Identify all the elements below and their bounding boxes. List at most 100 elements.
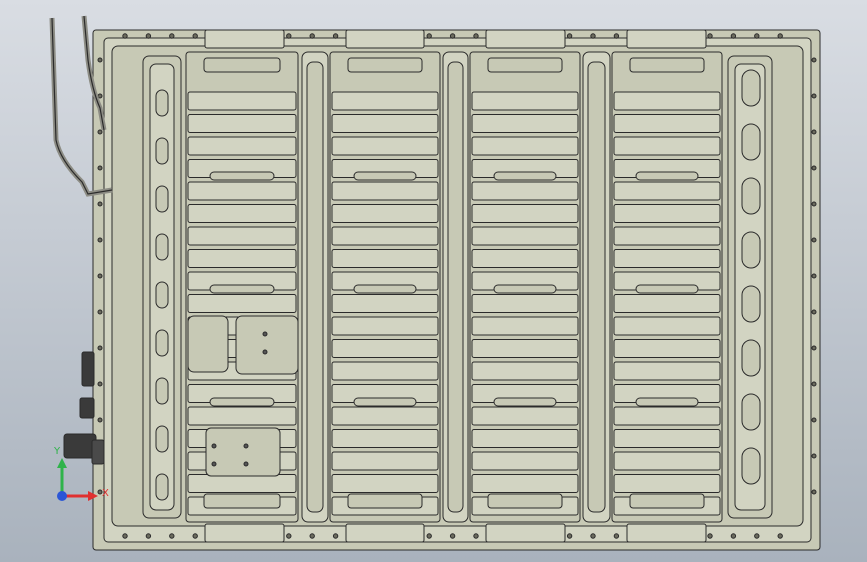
flange-bolt-hole xyxy=(122,533,128,539)
floor-stiffener-rib xyxy=(613,294,721,313)
floor-stiffener-rib xyxy=(187,114,297,133)
floor-stiffener-rib xyxy=(471,294,579,313)
mounting-slot xyxy=(209,397,275,407)
floor-stiffener-rib xyxy=(331,429,439,448)
mounting-slot xyxy=(209,284,275,294)
electrical-connector xyxy=(79,397,95,419)
right-rail-slot xyxy=(741,447,761,485)
top-mounting-tab xyxy=(345,29,425,49)
flange-bolt-hole xyxy=(192,533,198,539)
top-mounting-tab xyxy=(485,29,566,49)
x-axis-label: X xyxy=(102,488,109,499)
flange-bolt-hole xyxy=(97,165,103,171)
mounting-slot xyxy=(353,171,417,181)
floor-stiffener-rib xyxy=(471,339,579,358)
flange-bolt-hole xyxy=(426,533,432,539)
top-mounting-tab xyxy=(626,29,707,49)
z-axis-dot xyxy=(57,491,67,501)
floor-stiffener-rib xyxy=(613,474,721,493)
right-rail-slot xyxy=(741,69,761,107)
boss-hole xyxy=(211,461,217,467)
service-panel xyxy=(205,427,281,477)
flange-bolt-hole xyxy=(286,33,292,39)
flange-bolt-hole xyxy=(811,93,817,99)
floor-stiffener-rib xyxy=(187,136,297,156)
floor-stiffener-rib xyxy=(187,226,297,246)
floor-stiffener-rib xyxy=(331,451,439,471)
floor-stiffener-rib xyxy=(331,204,439,223)
flange-bolt-hole xyxy=(97,129,103,135)
floor-stiffener-rib xyxy=(613,114,721,133)
flange-bolt-hole xyxy=(97,237,103,243)
flange-bolt-hole xyxy=(97,381,103,387)
mounting-slot xyxy=(353,284,417,294)
flange-bolt-hole xyxy=(122,33,128,39)
boss-hole xyxy=(262,349,268,355)
bay-top-bracket xyxy=(487,57,563,73)
boss-hole xyxy=(211,443,217,449)
flange-bolt-hole xyxy=(449,533,456,539)
floor-stiffener-rib xyxy=(471,361,579,381)
floor-stiffener-rib xyxy=(471,451,579,471)
left-rail-slot xyxy=(155,185,169,213)
flange-bolt-hole xyxy=(811,57,817,63)
right-rail-slot xyxy=(741,339,761,377)
floor-stiffener-rib xyxy=(187,406,297,426)
flange-bolt-hole xyxy=(707,533,713,539)
flange-bolt-hole xyxy=(730,533,737,539)
floor-stiffener-rib xyxy=(471,91,579,111)
mounting-slot xyxy=(493,171,557,181)
flange-bolt-hole xyxy=(332,533,339,539)
floor-stiffener-rib xyxy=(613,226,721,246)
mounting-slot xyxy=(635,397,699,407)
flange-bolt-hole xyxy=(145,33,152,39)
floor-stiffener-rib xyxy=(331,91,439,111)
floor-stiffener-rib xyxy=(331,294,439,313)
floor-stiffener-rib xyxy=(613,429,721,448)
floor-stiffener-rib xyxy=(613,204,721,223)
bay-bottom-bracket xyxy=(629,493,705,509)
cad-viewport[interactable]: X Y xyxy=(0,0,867,562)
floor-stiffener-rib xyxy=(331,136,439,156)
bottom-mounting-tab xyxy=(345,523,425,543)
mounting-slot xyxy=(493,397,557,407)
flange-bolt-hole xyxy=(97,57,103,63)
battery-tray-model[interactable] xyxy=(0,0,867,562)
floor-stiffener-rib xyxy=(613,249,721,268)
flange-bolt-hole xyxy=(192,33,198,39)
floor-stiffener-rib xyxy=(187,91,297,111)
flange-bolt-hole xyxy=(777,33,783,39)
floor-stiffener-rib xyxy=(613,361,721,381)
floor-stiffener-rib xyxy=(331,406,439,426)
mounting-slot xyxy=(635,284,699,294)
coordinate-triad: X Y xyxy=(48,446,118,512)
boss-hole xyxy=(262,331,268,337)
right-rail-slot xyxy=(741,231,761,269)
bay-top-bracket xyxy=(347,57,423,73)
right-rail-slot xyxy=(741,393,761,431)
left-rail-slot xyxy=(155,89,169,117)
bay-top-bracket xyxy=(203,57,281,73)
floor-stiffener-rib xyxy=(471,136,579,156)
flange-bolt-hole xyxy=(811,237,817,243)
flange-bolt-hole xyxy=(590,33,596,39)
flange-bolt-hole xyxy=(449,33,456,39)
y-axis-head xyxy=(57,458,67,468)
floor-stiffener-rib xyxy=(471,406,579,426)
flange-bolt-hole xyxy=(730,33,737,39)
flange-bolt-hole xyxy=(754,533,760,539)
bottom-mounting-tab xyxy=(485,523,566,543)
flange-bolt-hole xyxy=(169,533,175,539)
top-mounting-tab xyxy=(204,29,285,49)
flange-bolt-hole xyxy=(613,533,620,539)
floor-stiffener-rib xyxy=(187,474,297,493)
floor-stiffener-rib xyxy=(187,249,297,268)
floor-stiffener-rib xyxy=(613,339,721,358)
floor-stiffener-rib xyxy=(331,474,439,493)
flange-bolt-hole xyxy=(811,345,817,351)
floor-stiffener-rib xyxy=(471,226,579,246)
floor-stiffener-rib xyxy=(471,474,579,493)
flange-bolt-hole xyxy=(811,381,817,387)
floor-stiffener-rib xyxy=(331,226,439,246)
flange-bolt-hole xyxy=(309,533,315,539)
